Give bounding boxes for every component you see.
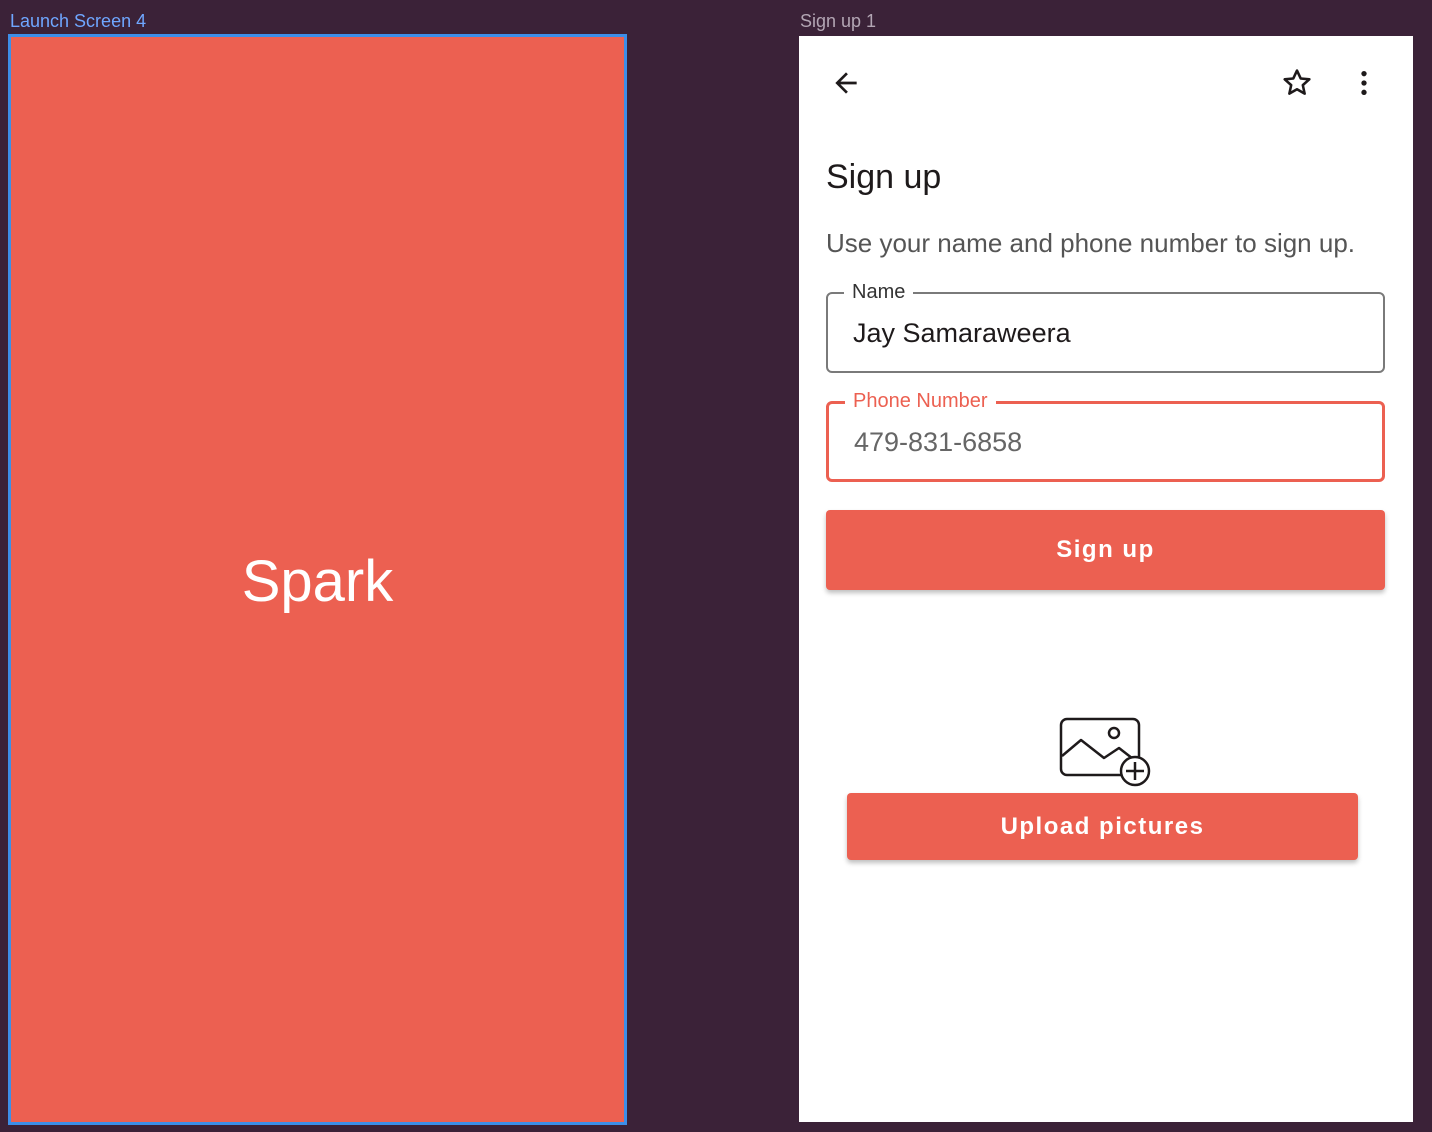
page-title: Sign up (826, 158, 942, 196)
more-options-button[interactable] (1340, 59, 1388, 107)
launch-screen-frame[interactable]: Spark (8, 34, 627, 1125)
name-field-label: Name (844, 280, 914, 304)
launch-frame-label[interactable]: Launch Screen 4 (10, 10, 146, 32)
back-button[interactable] (822, 59, 870, 107)
favorite-button[interactable] (1273, 59, 1321, 107)
name-field[interactable]: Name Jay Samaraweera (826, 280, 1385, 373)
signup-frame-label[interactable]: Sign up 1 (800, 10, 876, 32)
name-field-value[interactable]: Jay Samaraweera (853, 316, 1071, 350)
page-subtitle: Use your name and phone number to sign u… (826, 228, 1356, 258)
app-title: Spark (241, 549, 394, 614)
star-outline-icon (1283, 69, 1311, 95)
phone-number-field-label: Phone Number (845, 389, 996, 413)
signup-screen-frame: Sign up Use your name and phone number t… (799, 36, 1413, 1122)
phone-number-field[interactable]: Phone Number 479-831-6858 (826, 389, 1385, 482)
upload-pictures-button[interactable]: Upload pictures (847, 793, 1358, 860)
signup-button[interactable]: Sign up (826, 510, 1385, 590)
more-vertical-icon (1361, 71, 1367, 95)
image-add-icon[interactable] (1059, 716, 1155, 788)
phone-number-field-value[interactable]: 479-831-6858 (854, 425, 1022, 459)
arrow-left-icon (835, 72, 857, 94)
